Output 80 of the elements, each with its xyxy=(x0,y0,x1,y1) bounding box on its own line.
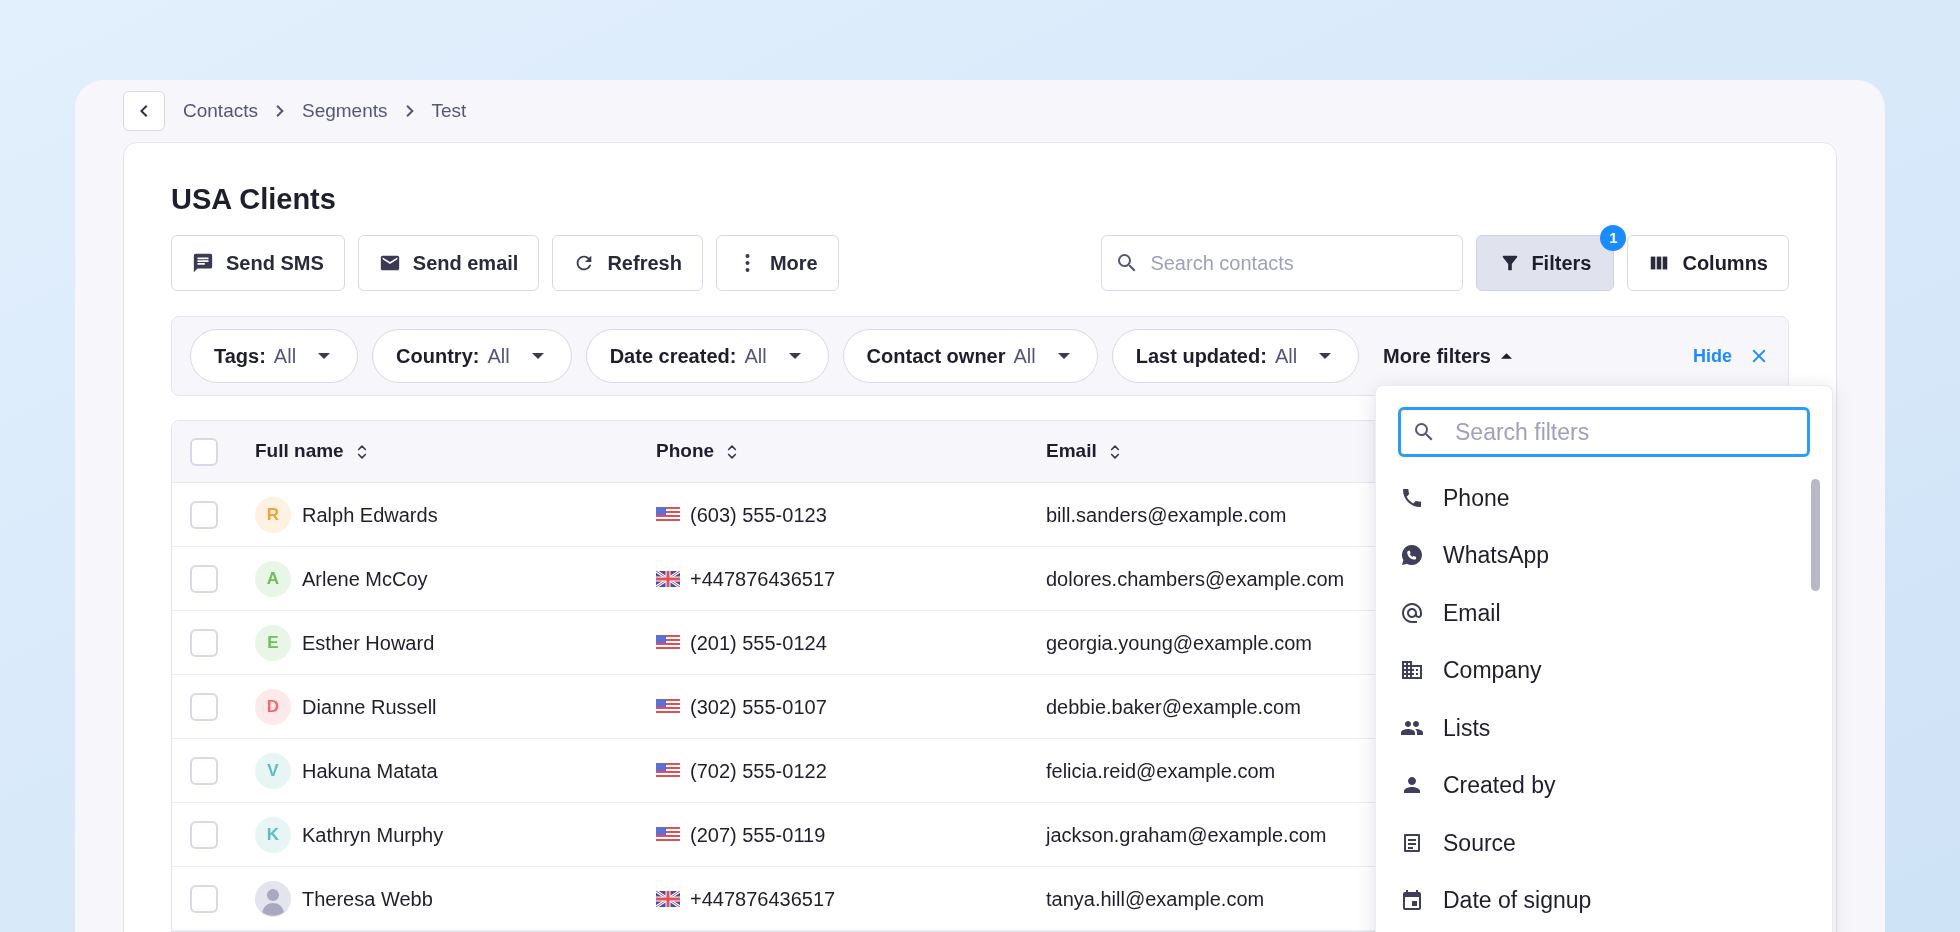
avatar: A xyxy=(255,560,291,597)
column-header[interactable]: Email xyxy=(1046,437,1097,466)
action-button[interactable]: Send SMS xyxy=(171,235,345,291)
checkbox[interactable] xyxy=(190,692,218,721)
filter-chip[interactable]: Contact owner All xyxy=(842,329,1098,383)
contact-name: Ralph Edwards xyxy=(302,502,438,528)
caret-up-icon xyxy=(1500,353,1512,359)
contact-name: Dianne Russell xyxy=(302,694,437,720)
checkbox[interactable] xyxy=(190,628,218,657)
contact-name: Arlene McCoy xyxy=(302,566,428,592)
phone-number: +447876436517 xyxy=(690,886,836,912)
checkbox[interactable] xyxy=(190,756,218,785)
email-address: bill.sanders@example.com xyxy=(1046,503,1287,526)
filter-option[interactable]: Created by xyxy=(1398,756,1810,814)
contact-name: Esther Howard xyxy=(302,630,435,656)
filter-option[interactable]: Email xyxy=(1398,584,1810,642)
phone-number: (702) 555-0122 xyxy=(690,758,827,784)
filter-option[interactable]: WhatsApp xyxy=(1398,526,1810,584)
phone-number: (201) 555-0124 xyxy=(690,630,827,656)
filter-search-field[interactable]: Search filters xyxy=(1398,407,1810,457)
chevron-right-icon xyxy=(405,105,414,117)
avatar: R xyxy=(255,496,291,533)
count-badge: 1 xyxy=(1600,225,1627,251)
avatar: D xyxy=(255,688,291,725)
calendar-icon xyxy=(1400,888,1424,913)
at-sign-icon xyxy=(1400,600,1424,625)
breadcrumb-link[interactable]: Segments xyxy=(302,96,388,126)
email-address: jackson.graham@example.com xyxy=(1046,823,1327,846)
column-header[interactable]: Full name xyxy=(255,437,344,466)
contact-name: Hakuna Matata xyxy=(302,758,438,784)
checkbox[interactable] xyxy=(190,500,218,529)
chat-icon xyxy=(192,252,214,274)
avatar: E xyxy=(255,624,291,661)
email-address: georgia.young@example.com xyxy=(1046,631,1312,654)
contact-name: Kathryn Murphy xyxy=(302,822,444,848)
speech-bubble-icon xyxy=(1400,543,1424,568)
action-button[interactable]: Refresh xyxy=(552,235,703,291)
filter-option[interactable]: Date of signup xyxy=(1398,871,1810,929)
filter-chip[interactable]: Tags: All xyxy=(190,329,359,383)
filter-chip[interactable]: Country: All xyxy=(372,329,572,383)
caret-down-icon xyxy=(1057,353,1070,359)
phone-number: +447876436517 xyxy=(690,566,836,592)
filter-chip[interactable]: Last updated: All xyxy=(1111,329,1360,383)
filter-option[interactable]: Source xyxy=(1398,814,1810,872)
breadcrumb-link[interactable]: Contacts xyxy=(183,96,258,126)
email-address: debbie.baker@example.com xyxy=(1046,695,1301,718)
filter-option[interactable]: Phone xyxy=(1398,469,1810,527)
avatar-silhouette xyxy=(255,880,291,917)
email-address: tanya.hill@example.com xyxy=(1046,887,1265,910)
filter-chip[interactable]: Date created: All xyxy=(585,329,829,383)
caret-down-icon xyxy=(788,353,801,359)
checkbox[interactable] xyxy=(190,884,218,913)
contact-name: Theresa Webb xyxy=(302,886,433,912)
breadcrumb-link[interactable]: Test xyxy=(431,96,467,126)
caret-down-icon xyxy=(318,353,331,359)
search-field[interactable]: Search contacts xyxy=(1101,235,1464,291)
email-address: felicia.reid@example.com xyxy=(1046,759,1276,782)
phone-number: (603) 555-0123 xyxy=(690,502,827,528)
avatar: K xyxy=(255,816,291,853)
avatar: V xyxy=(255,752,291,789)
checkbox[interactable] xyxy=(190,437,218,466)
column-header[interactable]: Phone xyxy=(656,437,715,466)
action-button[interactable]: Send email xyxy=(357,235,540,291)
action-button[interactable]: More xyxy=(715,235,839,291)
email-address: dolores.chambers@example.com xyxy=(1046,567,1345,590)
checkbox[interactable] xyxy=(190,820,218,849)
phone-number: (302) 555-0107 xyxy=(690,694,827,720)
more-icon xyxy=(744,253,750,273)
chevron-right-icon xyxy=(276,105,284,117)
caret-down-icon xyxy=(531,353,544,359)
page-title: USA Clients xyxy=(171,182,337,217)
phone-number: (207) 555-0119 xyxy=(690,822,826,848)
columns-button[interactable]: Columns xyxy=(1627,235,1789,291)
caret-down-icon xyxy=(1319,353,1332,359)
checkbox[interactable] xyxy=(190,564,218,593)
filter-option[interactable]: Company xyxy=(1398,641,1810,699)
more-filters-button[interactable]: More filters xyxy=(1383,341,1512,371)
scrollbar-thumb[interactable] xyxy=(1811,479,1820,591)
back-button[interactable] xyxy=(123,91,165,131)
filter-option[interactable]: Lists xyxy=(1398,699,1810,757)
